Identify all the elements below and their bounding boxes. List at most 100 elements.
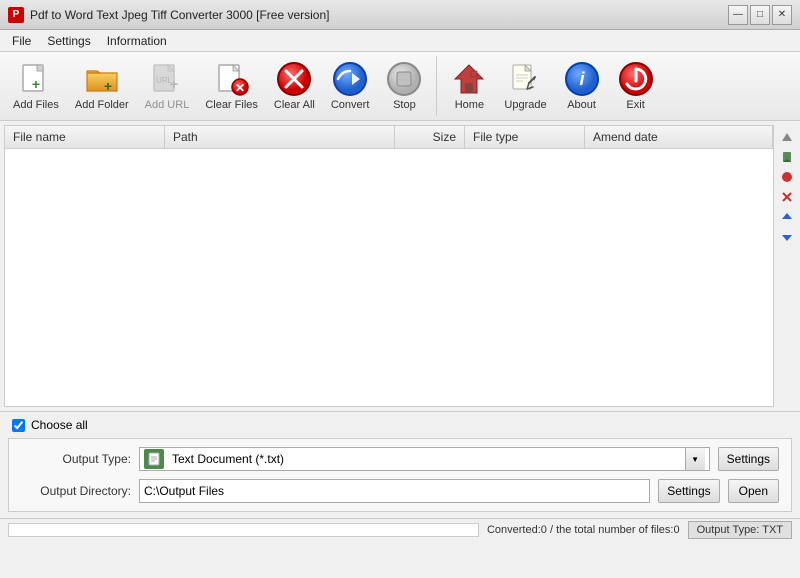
open-button[interactable]: Open [728, 479, 779, 503]
exit-icon-container [618, 61, 654, 97]
title-bar: P Pdf to Word Text Jpeg Tiff Converter 3… [0, 0, 800, 30]
add-url-label: Add URL [145, 99, 190, 111]
minimize-button[interactable]: — [728, 5, 748, 25]
txt-file-icon [147, 452, 161, 466]
output-dir-row: Output Directory: Settings Open [21, 479, 779, 503]
upgrade-svg [507, 61, 543, 97]
sidebar-down-arrow[interactable] [779, 229, 795, 245]
clear-all-button[interactable]: Clear All [267, 56, 322, 116]
about-button[interactable]: i About [556, 56, 608, 116]
output-type-settings-button[interactable]: Settings [718, 447, 779, 471]
sidebar-bookmark[interactable] [779, 149, 795, 165]
col-header-filename: File name [5, 126, 165, 148]
choose-all-checkbox[interactable] [12, 419, 25, 432]
add-folder-label: Add Folder [75, 99, 129, 111]
exit-label: Exit [626, 99, 644, 111]
add-url-button: URL + Add URL [138, 56, 197, 116]
output-type-value: Text Document (*.txt) [168, 452, 685, 466]
home-svg [451, 61, 487, 97]
menu-file[interactable]: File [4, 32, 39, 50]
choose-all-label: Choose all [31, 418, 88, 432]
right-sidebar [778, 125, 796, 407]
red-x-icon [781, 191, 793, 203]
exit-svg [618, 61, 654, 97]
convert-button[interactable]: Convert [324, 56, 377, 116]
toolbar: + Add Files + Add Folder [0, 52, 800, 121]
about-icon-container: i [564, 61, 600, 97]
col-header-amend: Amend date [585, 126, 773, 148]
title-bar-left: P Pdf to Word Text Jpeg Tiff Converter 3… [8, 7, 329, 23]
output-dir-input[interactable] [139, 479, 650, 503]
about-label: About [567, 99, 596, 111]
progress-bar-container [8, 523, 479, 537]
clear-files-icon-container: ✕ [214, 61, 250, 97]
exit-button[interactable]: Exit [610, 56, 662, 116]
upgrade-icon-container [507, 61, 543, 97]
bookmark-icon [781, 151, 793, 163]
menu-bar: File Settings Information [0, 30, 800, 52]
add-url-icon-container: URL + [149, 61, 185, 97]
add-folder-svg: + [84, 61, 120, 97]
status-bar: Converted:0 / the total number of files:… [0, 518, 800, 540]
bottom-panel: Choose all Output Type: Text Document (*… [0, 411, 800, 512]
dropdown-arrow[interactable]: ▼ [685, 448, 705, 470]
clear-all-icon-container [276, 61, 312, 97]
up-arrow-icon [781, 211, 793, 223]
clear-files-label: Clear Files [205, 99, 258, 111]
about-svg: i [564, 61, 600, 97]
converted-status: Converted:0 / the total number of files:… [487, 524, 680, 536]
col-header-filetype: File type [465, 126, 585, 148]
home-icon-container [451, 61, 487, 97]
svg-text:+: + [104, 78, 112, 94]
convert-label: Convert [331, 99, 370, 111]
stop-svg [386, 61, 422, 97]
output-type-select[interactable]: Text Document (*.txt) ▼ [139, 447, 710, 471]
upgrade-button[interactable]: Upgrade [497, 56, 553, 116]
app-icon: P [8, 7, 24, 23]
clear-all-label: Clear All [274, 99, 315, 111]
add-folder-button[interactable]: + Add Folder [68, 56, 136, 116]
stop-icon-container [386, 61, 422, 97]
svg-text:✕: ✕ [235, 81, 245, 95]
clear-files-button[interactable]: ✕ Clear Files [198, 56, 265, 116]
home-button[interactable]: Home [443, 56, 495, 116]
file-table-body[interactable] [5, 149, 773, 406]
col-header-path: Path [165, 126, 395, 148]
menu-information[interactable]: Information [99, 32, 175, 50]
sidebar-red-x[interactable] [779, 189, 795, 205]
output-type-badge: Output Type: TXT [688, 521, 792, 539]
sidebar-scroll-up[interactable] [779, 129, 795, 145]
main-content-area: File name Path Size File type Amend date [0, 121, 800, 411]
output-type-label: Output Type: [21, 452, 131, 466]
svg-text:+: + [170, 76, 178, 92]
red-circle-icon [781, 171, 793, 183]
scroll-up-icon [781, 131, 793, 143]
output-type-row: Output Type: Text Document (*.txt) ▼ Set… [21, 447, 779, 471]
choose-all-row: Choose all [0, 412, 800, 438]
add-files-svg: + [18, 61, 54, 97]
select-file-icon [144, 449, 164, 469]
upgrade-label: Upgrade [504, 99, 546, 111]
convert-svg [332, 61, 368, 97]
output-dir-label: Output Directory: [21, 484, 131, 498]
down-arrow-icon [781, 231, 793, 243]
sidebar-red-circle[interactable] [779, 169, 795, 185]
file-table: File name Path Size File type Amend date [4, 125, 774, 407]
col-header-size: Size [395, 126, 465, 148]
clear-files-svg: ✕ [214, 61, 250, 97]
clear-all-svg [276, 61, 312, 97]
menu-settings[interactable]: Settings [39, 32, 98, 50]
svg-text:+: + [32, 76, 40, 92]
toolbar-separator [436, 56, 437, 116]
close-button[interactable]: ✕ [772, 5, 792, 25]
convert-icon-container [332, 61, 368, 97]
output-dir-settings-button[interactable]: Settings [658, 479, 719, 503]
window-title: Pdf to Word Text Jpeg Tiff Converter 300… [30, 8, 329, 22]
add-files-icon-container: + [18, 61, 54, 97]
stop-button[interactable]: Stop [378, 56, 430, 116]
add-files-button[interactable]: + Add Files [6, 56, 66, 116]
maximize-button[interactable]: □ [750, 5, 770, 25]
title-controls: — □ ✕ [728, 5, 792, 25]
add-files-label: Add Files [13, 99, 59, 111]
sidebar-up-arrow[interactable] [779, 209, 795, 225]
